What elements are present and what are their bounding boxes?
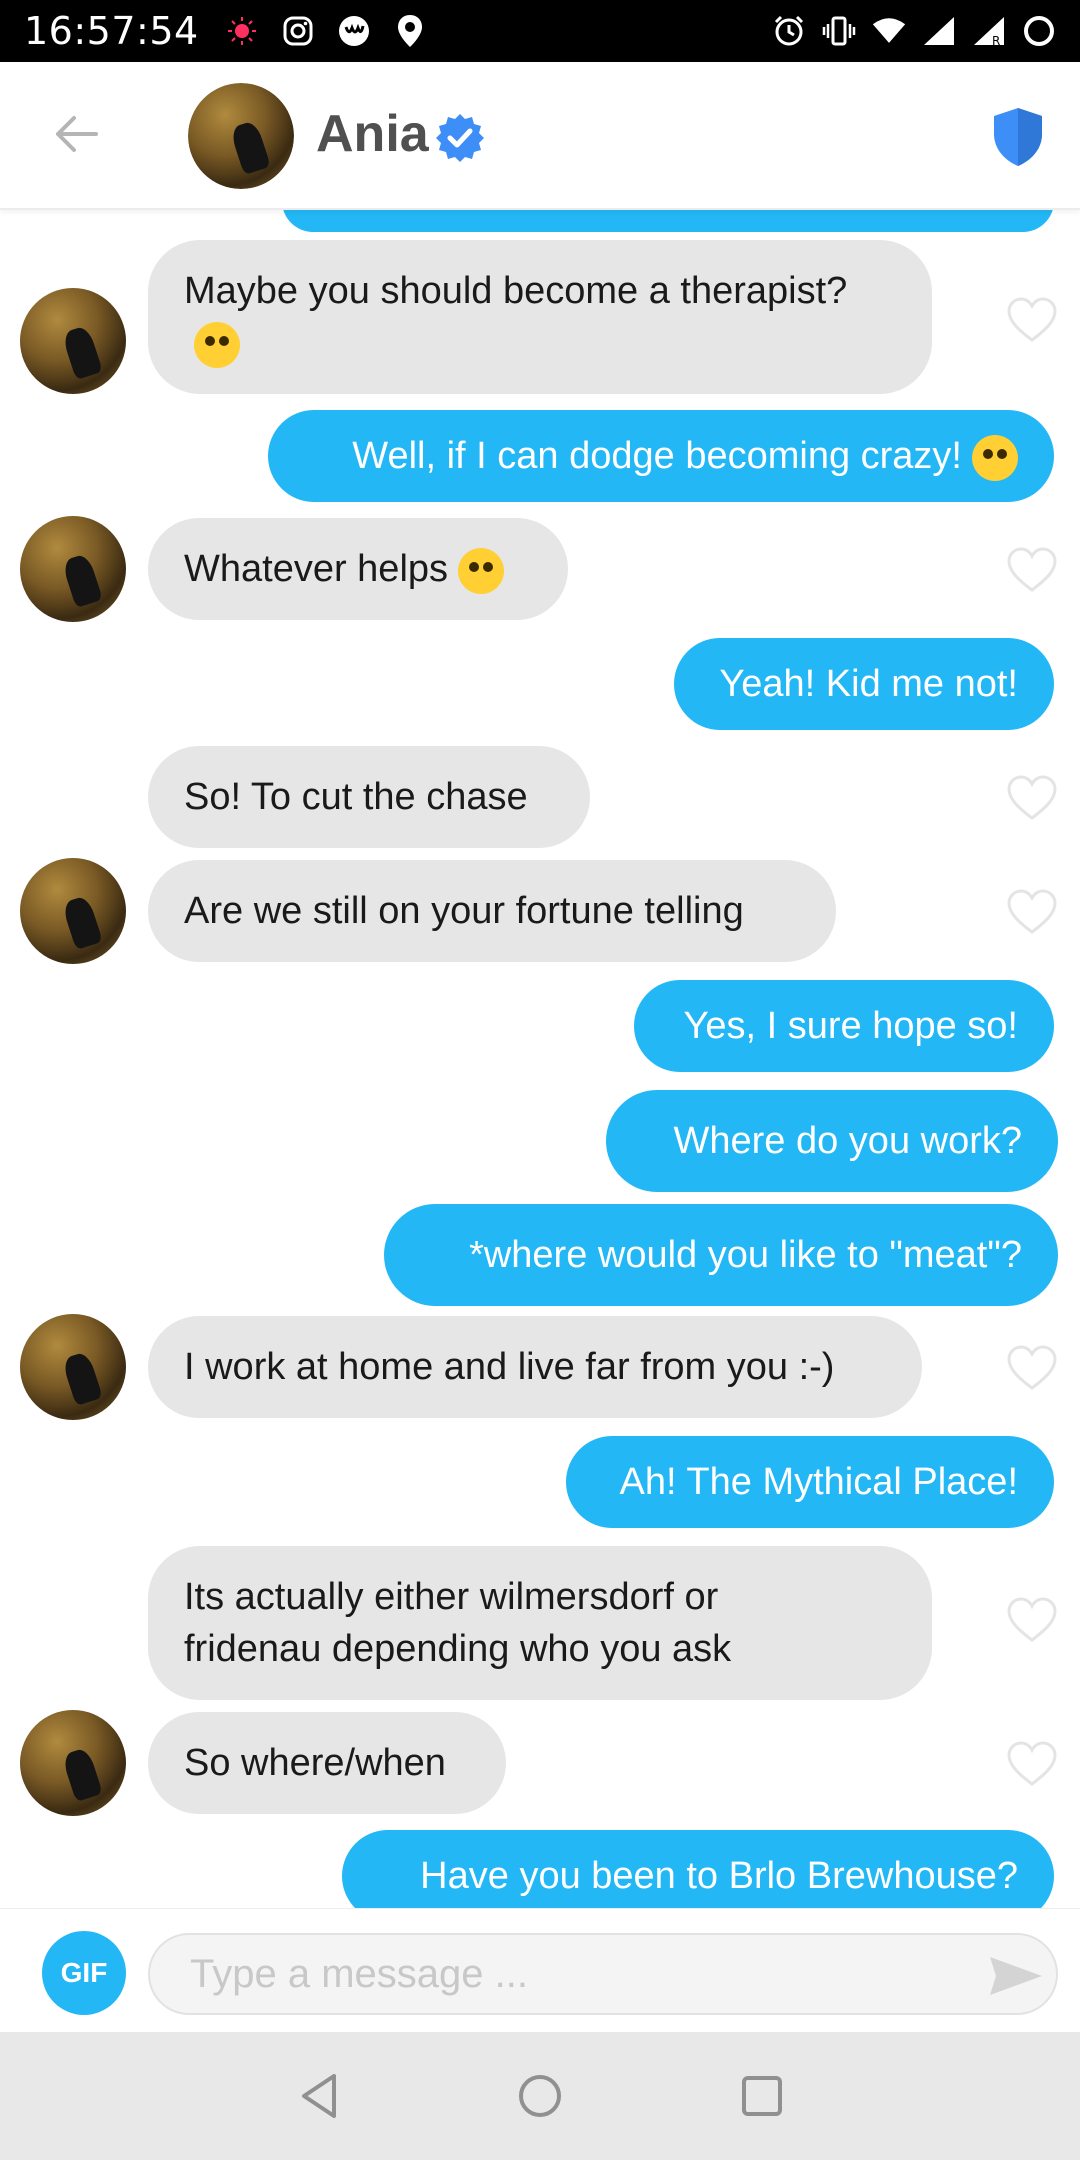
nerd-face-icon	[194, 321, 240, 368]
sender-avatar[interactable]	[20, 288, 126, 394]
message-text: Whatever helps	[184, 543, 505, 595]
status-bar: 16:57:54 R	[0, 0, 1080, 62]
message-bubble-incoming[interactable]: Maybe you should become a therapist?	[148, 240, 932, 394]
back-button[interactable]	[48, 106, 104, 162]
alarm-icon	[772, 14, 806, 48]
message-input[interactable]: Type a message ...	[148, 1933, 1058, 2015]
composer-bar: GIF Type a message ...	[0, 1908, 1080, 2032]
rofl-icon	[972, 434, 1018, 481]
message-bubble-incoming[interactable]: Its actually either wilmersdorf or fride…	[148, 1546, 932, 1700]
message-text: So where/when	[184, 1742, 446, 1784]
like-heart-icon[interactable]	[1006, 296, 1058, 344]
message-bubble-incoming[interactable]: So where/when	[148, 1712, 506, 1814]
message-text: Are we still on your fortune telling	[184, 890, 744, 932]
sender-avatar[interactable]	[20, 1710, 126, 1816]
message-bubble-incoming[interactable]: I work at home and live far from you :-)	[148, 1316, 922, 1418]
recents-square-icon[interactable]	[736, 2070, 788, 2122]
like-heart-icon[interactable]	[1006, 1596, 1058, 1644]
gif-button[interactable]: GIF	[42, 1931, 126, 2015]
verified-badge-icon	[434, 112, 486, 164]
like-heart-icon[interactable]	[1006, 1740, 1058, 1788]
message-bubble-outgoing[interactable]: Yes, I sure hope so!	[634, 980, 1054, 1072]
back-triangle-icon[interactable]	[294, 2070, 346, 2122]
signal-icon	[922, 14, 956, 48]
message-text: I work at home and live far from you :-)	[184, 1346, 835, 1388]
message-list[interactable]: Maybe you should become a therapist? Wel…	[0, 210, 1080, 1908]
message-text: *where would you like to "meat"?	[469, 1234, 1022, 1276]
message-bubble-outgoing[interactable]: Ah! The Mythical Place!	[566, 1436, 1054, 1528]
message-text: Yes, I sure hope so!	[683, 1005, 1019, 1047]
message-text: Well, if I can dodge becoming crazy!	[352, 430, 1018, 482]
message-bubble-outgoing[interactable]: Have you been to Brlo Brewhouse?	[342, 1830, 1054, 1908]
message-bubble-outgoing[interactable]: Well, if I can dodge becoming crazy!	[268, 410, 1054, 502]
like-heart-icon[interactable]	[1006, 888, 1058, 936]
message-bubble-outgoing[interactable]: Yeah! Kid me not!	[674, 638, 1054, 730]
message-bubble-outgoing-partial	[282, 210, 1054, 232]
message-bubble-incoming[interactable]: So! To cut the chase	[148, 746, 590, 848]
message-text: So! To cut the chase	[184, 776, 528, 818]
message-bubble-incoming[interactable]: Are we still on your fortune telling	[148, 860, 836, 962]
instagram-icon	[281, 14, 315, 48]
safety-shield-icon[interactable]	[990, 106, 1046, 168]
svg-text:R: R	[992, 34, 1000, 47]
like-heart-icon[interactable]	[1006, 546, 1058, 594]
message-text: Where do you work?	[673, 1120, 1023, 1162]
sender-avatar[interactable]	[20, 858, 126, 964]
sender-avatar[interactable]	[20, 1314, 126, 1420]
message-bubble-outgoing[interactable]: *where would you like to "meat"?	[384, 1204, 1058, 1306]
profile-name[interactable]: Ania	[316, 104, 429, 164]
message-text: Yeah! Kid me not!	[719, 663, 1018, 705]
status-time: 16:57:54	[24, 9, 199, 53]
vibrate-icon	[822, 14, 856, 48]
message-text: Ah! The Mythical Place!	[619, 1461, 1018, 1503]
message-bubble-incoming[interactable]: Whatever helps	[148, 518, 568, 620]
profile-avatar[interactable]	[188, 83, 294, 189]
record-icon	[225, 14, 259, 48]
system-nav-bar	[0, 2032, 1080, 2160]
location-icon	[393, 14, 427, 48]
message-text: Its actually either wilmersdorf or fride…	[184, 1576, 732, 1670]
message-text: Maybe you should become a therapist?	[184, 265, 896, 369]
like-heart-icon[interactable]	[1006, 1344, 1058, 1392]
like-heart-icon[interactable]	[1006, 774, 1058, 822]
battery-icon	[1022, 14, 1056, 48]
send-icon[interactable]	[988, 1953, 1044, 1999]
chat-header: Ania	[0, 62, 1080, 210]
wifi-icon	[872, 14, 906, 48]
signal-roaming-icon: R	[972, 14, 1006, 48]
home-circle-icon[interactable]	[514, 2070, 566, 2122]
zany-face-icon	[458, 547, 505, 594]
sender-avatar[interactable]	[20, 516, 126, 622]
app-icon	[337, 14, 371, 48]
message-bubble-outgoing[interactable]: Where do you work?	[606, 1090, 1058, 1192]
message-text: Have you been to Brlo Brewhouse?	[420, 1855, 1018, 1897]
arrow-left-icon	[56, 116, 98, 152]
